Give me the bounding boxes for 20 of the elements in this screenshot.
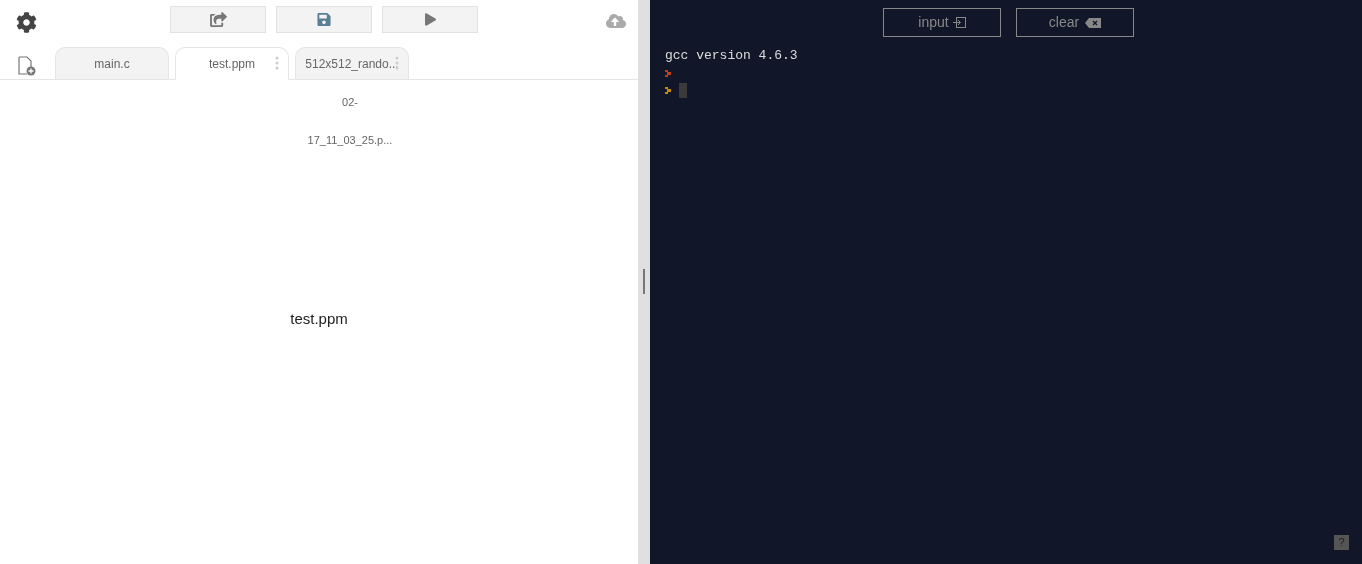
file-tab[interactable]: main.c xyxy=(55,47,169,79)
share-icon xyxy=(209,11,227,27)
backspace-icon xyxy=(1085,17,1102,28)
image-alt-text: 17_11_03_25.p... xyxy=(307,132,393,148)
run-button[interactable] xyxy=(382,5,478,33)
console-output: gcc version 4.6.3 xyxy=(665,47,799,65)
file-name: test.ppm xyxy=(290,309,348,329)
new-file-icon[interactable] xyxy=(18,56,36,76)
file-tab[interactable]: 512x512_rando... xyxy=(295,47,409,79)
settings-icon[interactable] xyxy=(16,12,37,33)
image-alt-text: 02- xyxy=(342,95,358,110)
clear-button[interactable]: clear xyxy=(1016,8,1134,37)
cloud-upload-icon[interactable] xyxy=(606,13,626,29)
save-button[interactable] xyxy=(276,5,372,33)
share-button[interactable] xyxy=(170,5,266,33)
file-tab[interactable]: test.ppm xyxy=(175,47,289,80)
input-button[interactable]: input xyxy=(883,8,1001,37)
enter-icon xyxy=(952,17,966,28)
splitter-handle[interactable] xyxy=(642,268,645,294)
play-icon xyxy=(424,12,436,26)
